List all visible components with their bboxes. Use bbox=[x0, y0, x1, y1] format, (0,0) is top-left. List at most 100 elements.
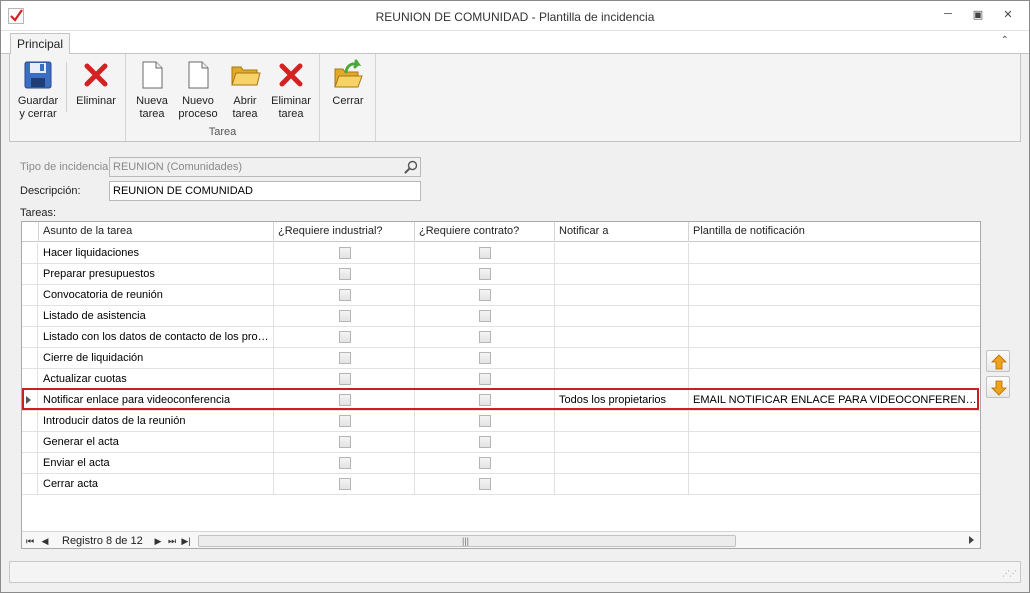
nav-end-button[interactable]: ▶| bbox=[180, 534, 192, 548]
cell-notificar[interactable]: Todos los propietarios bbox=[555, 390, 689, 411]
cell-notificar[interactable] bbox=[555, 432, 689, 453]
cell-notificar[interactable] bbox=[555, 306, 689, 327]
cell-asunto[interactable]: Cierre de liquidación bbox=[39, 348, 274, 369]
cell-plantilla[interactable] bbox=[689, 348, 980, 369]
cell-plantilla[interactable] bbox=[689, 306, 980, 327]
row-indicator[interactable] bbox=[22, 411, 38, 432]
close-button[interactable]: Cerrar bbox=[324, 59, 372, 108]
industrial-checkbox[interactable] bbox=[339, 478, 351, 490]
contrato-checkbox[interactable] bbox=[479, 478, 491, 490]
row-indicator[interactable] bbox=[22, 306, 38, 327]
cell-contrato[interactable] bbox=[415, 411, 555, 432]
tab-principal[interactable]: Principal bbox=[10, 33, 70, 55]
row-indicator[interactable] bbox=[22, 243, 38, 264]
move-down-button[interactable] bbox=[986, 376, 1010, 398]
search-icon[interactable] bbox=[403, 159, 419, 175]
row-indicator[interactable] bbox=[22, 285, 38, 306]
industrial-checkbox[interactable] bbox=[339, 268, 351, 280]
column-requiere-contrato[interactable]: ¿Requiere contrato? bbox=[415, 222, 555, 242]
horizontal-scrollbar[interactable]: ||| bbox=[198, 535, 974, 547]
row-indicator[interactable] bbox=[22, 432, 38, 453]
cell-industrial[interactable] bbox=[274, 390, 415, 411]
row-indicator[interactable] bbox=[22, 453, 38, 474]
column-asunto[interactable]: Asunto de la tarea bbox=[39, 222, 274, 242]
cell-asunto[interactable]: Preparar presupuestos bbox=[39, 264, 274, 285]
table-row[interactable]: Listado con los datos de contacto de los… bbox=[22, 327, 980, 348]
cell-asunto[interactable]: Notificar enlace para videoconferencia bbox=[39, 390, 274, 411]
cell-plantilla[interactable] bbox=[689, 411, 980, 432]
contrato-checkbox[interactable] bbox=[479, 268, 491, 280]
cell-industrial[interactable] bbox=[274, 453, 415, 474]
ribbon-collapse-button[interactable]: ⌃ bbox=[1001, 35, 1009, 46]
cell-industrial[interactable] bbox=[274, 264, 415, 285]
row-indicator[interactable] bbox=[22, 474, 38, 495]
contrato-checkbox[interactable] bbox=[479, 352, 491, 364]
cell-notificar[interactable] bbox=[555, 264, 689, 285]
cell-plantilla[interactable] bbox=[689, 243, 980, 264]
row-indicator[interactable] bbox=[22, 348, 38, 369]
contrato-checkbox[interactable] bbox=[479, 457, 491, 469]
nav-next-button[interactable]: ▶ bbox=[152, 534, 164, 548]
contrato-checkbox[interactable] bbox=[479, 289, 491, 301]
scrollbar-thumb[interactable]: ||| bbox=[198, 535, 736, 547]
restore-button[interactable]: ▣ bbox=[968, 8, 988, 24]
cell-industrial[interactable] bbox=[274, 348, 415, 369]
row-indicator[interactable] bbox=[22, 264, 38, 285]
contrato-checkbox[interactable] bbox=[479, 436, 491, 448]
cell-asunto[interactable]: Introducir datos de la reunión bbox=[39, 411, 274, 432]
cell-contrato[interactable] bbox=[415, 306, 555, 327]
row-indicator[interactable] bbox=[22, 369, 38, 390]
cell-contrato[interactable] bbox=[415, 327, 555, 348]
row-indicator[interactable] bbox=[22, 327, 38, 348]
resize-grip-icon[interactable]: ⋰⋰ bbox=[1002, 569, 1017, 578]
table-row[interactable]: Cerrar acta bbox=[22, 474, 980, 495]
cell-notificar[interactable] bbox=[555, 474, 689, 495]
table-row[interactable]: Introducir datos de la reunión bbox=[22, 411, 980, 432]
industrial-checkbox[interactable] bbox=[339, 247, 351, 259]
delete-task-button[interactable]: Eliminar tarea bbox=[267, 59, 315, 121]
industrial-checkbox[interactable] bbox=[339, 289, 351, 301]
cell-asunto[interactable]: Cerrar acta bbox=[39, 474, 274, 495]
cell-asunto[interactable]: Enviar el acta bbox=[39, 453, 274, 474]
industrial-checkbox[interactable] bbox=[339, 415, 351, 427]
table-row[interactable]: Preparar presupuestos bbox=[22, 264, 980, 285]
contrato-checkbox[interactable] bbox=[479, 247, 491, 259]
contrato-checkbox[interactable] bbox=[479, 331, 491, 343]
cell-contrato[interactable] bbox=[415, 285, 555, 306]
table-row[interactable]: Notificar enlace para videoconferencia To… bbox=[22, 390, 980, 411]
scroll-right-arrow-icon[interactable] bbox=[969, 536, 974, 544]
cell-notificar[interactable] bbox=[555, 285, 689, 306]
cell-industrial[interactable] bbox=[274, 432, 415, 453]
new-task-button[interactable]: Nueva tarea bbox=[128, 59, 176, 121]
tipo-incidencia-field[interactable]: REUNION (Comunidades) bbox=[109, 157, 421, 177]
table-row[interactable]: Cierre de liquidación bbox=[22, 348, 980, 369]
cell-plantilla[interactable]: EMAIL NOTIFICAR ENLACE PARA VIDEOCONFERE… bbox=[689, 390, 980, 411]
table-row[interactable]: Generar el acta bbox=[22, 432, 980, 453]
cell-plantilla[interactable] bbox=[689, 474, 980, 495]
cell-plantilla[interactable] bbox=[689, 432, 980, 453]
cell-plantilla[interactable] bbox=[689, 264, 980, 285]
cell-industrial[interactable] bbox=[274, 369, 415, 390]
cell-contrato[interactable] bbox=[415, 453, 555, 474]
cell-plantilla[interactable] bbox=[689, 285, 980, 306]
cell-contrato[interactable] bbox=[415, 474, 555, 495]
cell-plantilla[interactable] bbox=[689, 369, 980, 390]
column-notificar-a[interactable]: Notificar a bbox=[555, 222, 689, 242]
contrato-checkbox[interactable] bbox=[479, 415, 491, 427]
cell-plantilla[interactable] bbox=[689, 327, 980, 348]
cell-notificar[interactable] bbox=[555, 369, 689, 390]
industrial-checkbox[interactable] bbox=[339, 457, 351, 469]
cell-industrial[interactable] bbox=[274, 285, 415, 306]
contrato-checkbox[interactable] bbox=[479, 373, 491, 385]
table-row[interactable]: Hacer liquidaciones bbox=[22, 243, 980, 264]
cell-asunto[interactable]: Hacer liquidaciones bbox=[39, 243, 274, 264]
cell-notificar[interactable] bbox=[555, 411, 689, 432]
minimize-button[interactable]: ─ bbox=[938, 8, 958, 24]
cell-industrial[interactable] bbox=[274, 474, 415, 495]
cell-contrato[interactable] bbox=[415, 369, 555, 390]
row-indicator[interactable] bbox=[22, 390, 38, 411]
nav-first-button[interactable]: ⏮ bbox=[24, 534, 36, 548]
contrato-checkbox[interactable] bbox=[479, 394, 491, 406]
industrial-checkbox[interactable] bbox=[339, 436, 351, 448]
nav-last-button[interactable]: ⏭ bbox=[166, 534, 178, 548]
